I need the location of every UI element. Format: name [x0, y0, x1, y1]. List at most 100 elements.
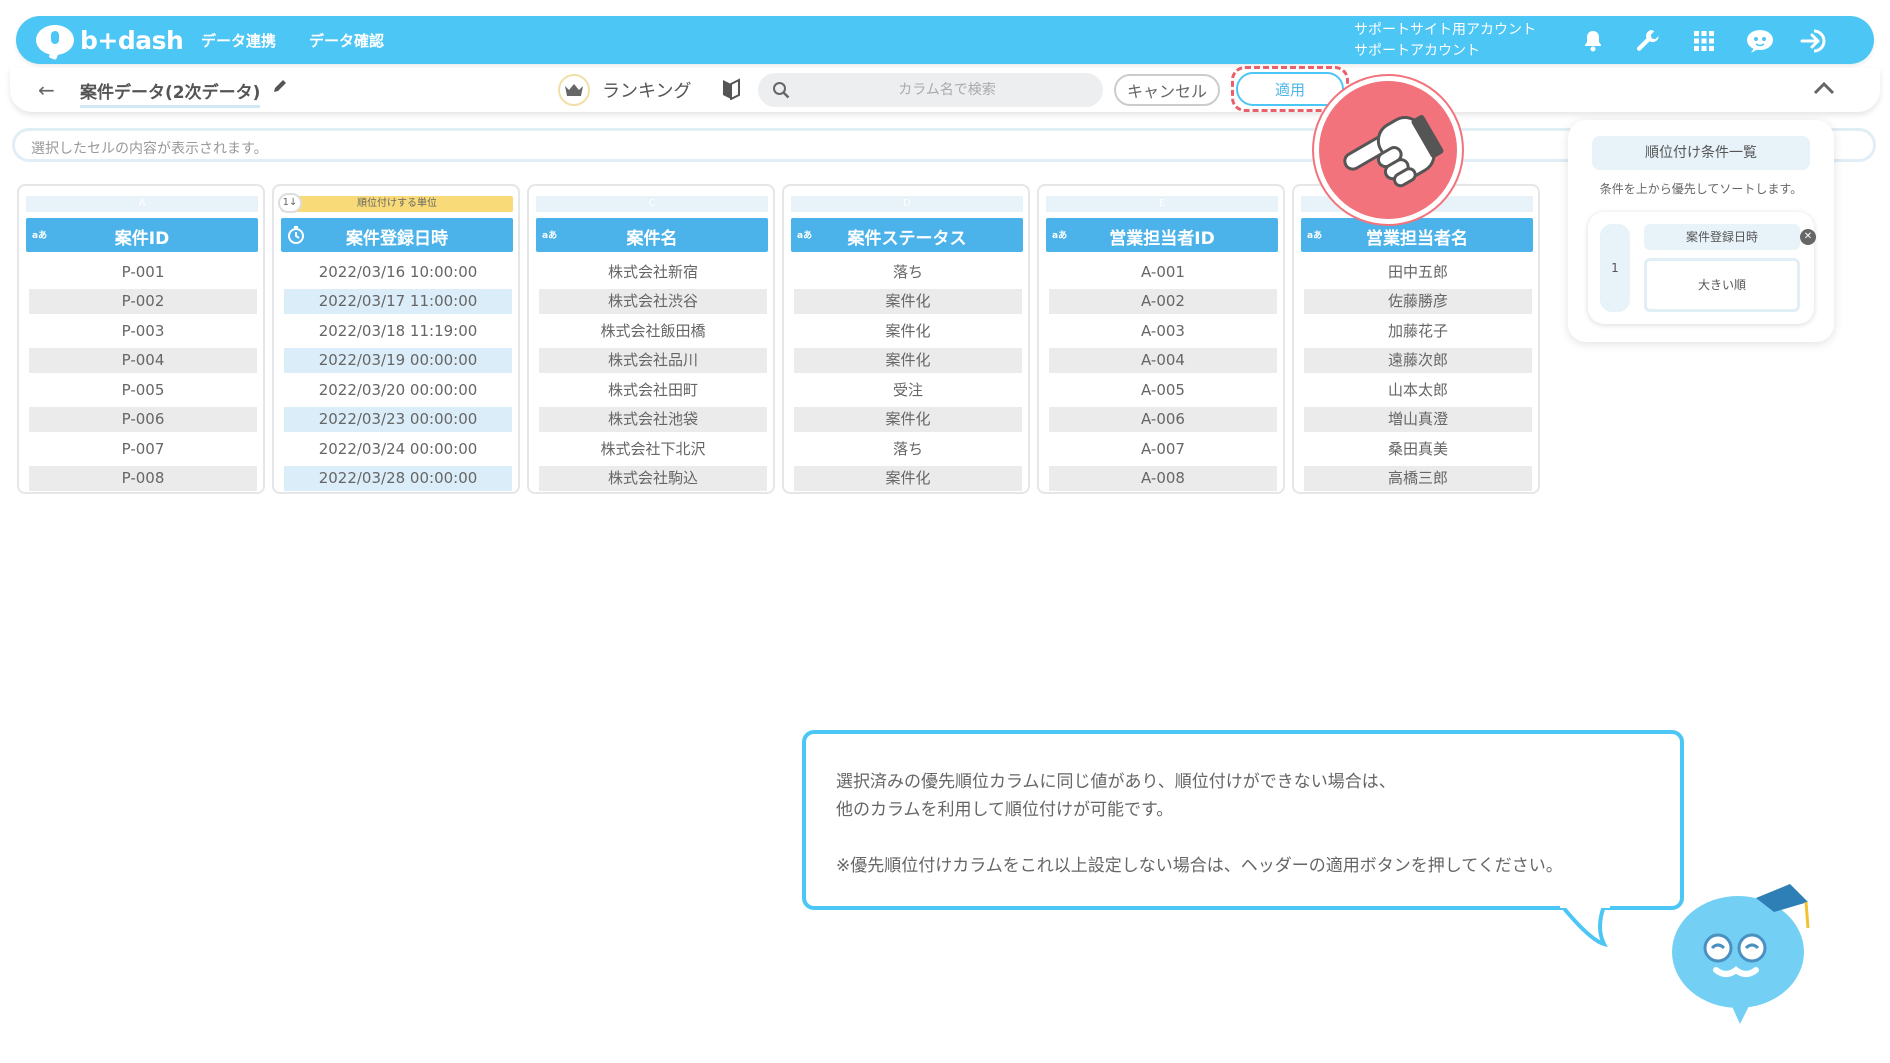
logo-text: b+dash	[80, 25, 184, 55]
grid-icon[interactable]	[1689, 26, 1719, 56]
table-cell[interactable]: 案件化	[794, 407, 1022, 432]
chat-bot-icon[interactable]	[1745, 26, 1775, 56]
column-card[interactable]: A aあ 案件ID P-001 P-002 P-003 P-004 P-005 …	[17, 184, 265, 494]
table-cell[interactable]: P-004	[29, 348, 257, 373]
table-cell[interactable]: 株式会社渋谷	[539, 289, 767, 314]
ranking-label: ランキング	[602, 81, 692, 102]
column-header[interactable]: aあ 営業担当者ID	[1046, 218, 1278, 252]
table-cell[interactable]: 2022/03/16 10:00:00	[284, 260, 512, 285]
mascot-character	[1672, 884, 1810, 1024]
account-user-name: サポートアカウント	[1354, 43, 1480, 59]
bell-icon[interactable]	[1578, 26, 1608, 56]
table-cell[interactable]: A-005	[1049, 378, 1277, 403]
table-cell[interactable]: P-003	[29, 319, 257, 344]
guide-text-line: 他のカラムを利用して順位付けが可能です。	[836, 800, 1174, 820]
table-cell[interactable]: 2022/03/18 11:19:00	[284, 319, 512, 344]
table-cell[interactable]: 落ち	[794, 260, 1022, 285]
table-cell[interactable]: P-008	[29, 466, 257, 491]
table-cell[interactable]: 落ち	[794, 437, 1022, 462]
column-card[interactable]: E aあ 営業担当者ID A-001 A-002 A-003 A-004 A-0…	[1037, 184, 1285, 494]
account-info[interactable]: サポートサイト用アカウント サポートアカウント	[1354, 20, 1536, 62]
ranking-condition-card[interactable]: 1 案件登録日時 ✕ 大きい順	[1588, 212, 1816, 324]
table-cell[interactable]: 高橋三郎	[1304, 466, 1532, 491]
table-cell[interactable]: 2022/03/28 00:00:00	[284, 466, 512, 491]
condition-field-name: 案件登録日時	[1644, 224, 1800, 250]
wrench-icon[interactable]	[1633, 26, 1663, 56]
bdash-logo[interactable]: b+dash	[36, 24, 184, 56]
guide-text: 選択済みの優先順位カラムに同じ値があり、順位付けができない場合は、 他のカラムを…	[836, 768, 1563, 880]
column-card[interactable]: F aあ 営業担当者名 田中五郎 佐藤勝彦 加藤花子 遠藤次郎 山本太郎 増山真…	[1292, 184, 1540, 494]
column-title: 案件ステータス	[847, 229, 967, 249]
edit-pencil-icon[interactable]	[272, 78, 288, 98]
crown-icon	[558, 74, 590, 106]
column-letter: D	[791, 196, 1023, 212]
remove-condition-close-icon[interactable]: ✕	[1800, 229, 1816, 245]
beginner-guide-icon[interactable]	[722, 78, 740, 104]
column-letter: C	[536, 196, 768, 212]
column-header[interactable]: 案件登録日時	[281, 218, 513, 252]
table-cell[interactable]: 加藤花子	[1304, 319, 1532, 344]
table-cell[interactable]: A-001	[1049, 260, 1277, 285]
condition-sort-order[interactable]: 大きい順	[1644, 258, 1800, 312]
table-cell[interactable]: P-007	[29, 437, 257, 462]
nav-data-integration[interactable]: データ連携	[201, 30, 276, 51]
nav-data-check[interactable]: データ確認	[309, 30, 384, 51]
table-cell[interactable]: 桑田真美	[1304, 437, 1532, 462]
table-cell[interactable]: 案件化	[794, 466, 1022, 491]
back-arrow-icon[interactable]: ←	[38, 78, 55, 102]
table-cell[interactable]: 株式会社池袋	[539, 407, 767, 432]
column-header[interactable]: aあ 案件ID	[26, 218, 258, 252]
table-cell[interactable]: A-004	[1049, 348, 1277, 373]
table-cell[interactable]: P-006	[29, 407, 257, 432]
column-search-input[interactable]	[802, 73, 1092, 107]
table-cell[interactable]: 株式会社下北沢	[539, 437, 767, 462]
table-cell[interactable]: A-002	[1049, 289, 1277, 314]
table-cell[interactable]: 株式会社飯田橋	[539, 319, 767, 344]
column-card-ranking-unit[interactable]: 順位付けする単位 1↓ 案件登録日時 2022/03/16 10:00:00 2…	[272, 184, 520, 494]
table-cell[interactable]: 2022/03/23 00:00:00	[284, 407, 512, 432]
guide-speech-bubble: 選択済みの優先順位カラムに同じ値があり、順位付けができない場合は、 他のカラムを…	[802, 730, 1684, 910]
table-cell[interactable]: 2022/03/19 00:00:00	[284, 348, 512, 373]
table-cell[interactable]: A-003	[1049, 319, 1277, 344]
column-card[interactable]: C aあ 案件名 株式会社新宿 株式会社渋谷 株式会社飯田橋 株式会社品川 株式…	[527, 184, 775, 494]
table-cell[interactable]: 案件化	[794, 348, 1022, 373]
cancel-button[interactable]: キャンセル	[1114, 74, 1220, 106]
app-screen: b+dash データ連携 データ確認 サポートサイト用アカウント サポートアカウ…	[0, 0, 1890, 1063]
table-cell[interactable]: 増山真澄	[1304, 407, 1532, 432]
column-search	[758, 73, 1103, 107]
table-cell[interactable]: P-005	[29, 378, 257, 403]
table-cell[interactable]: 株式会社品川	[539, 348, 767, 373]
table-cell[interactable]: A-006	[1049, 407, 1277, 432]
column-header[interactable]: aあ 案件名	[536, 218, 768, 252]
column-header[interactable]: aあ 案件ステータス	[791, 218, 1023, 252]
table-cell[interactable]: A-008	[1049, 466, 1277, 491]
table-cell[interactable]: 2022/03/17 11:00:00	[284, 289, 512, 314]
collapse-chevron-icon[interactable]	[1812, 80, 1836, 100]
ranking-mode: ランキング	[558, 74, 691, 106]
table-cell[interactable]: 2022/03/20 00:00:00	[284, 378, 512, 403]
speech-bubble-tail	[1560, 900, 1610, 948]
table-cell[interactable]: 案件化	[794, 289, 1022, 314]
top-nav-bar: b+dash データ連携 データ確認 サポートサイト用アカウント サポートアカウ…	[16, 16, 1874, 64]
table-cell[interactable]: 田中五郎	[1304, 260, 1532, 285]
table-cell[interactable]: 2022/03/24 00:00:00	[284, 437, 512, 462]
table-cell[interactable]: P-002	[29, 289, 257, 314]
table-cell[interactable]: A-007	[1049, 437, 1277, 462]
table-cell[interactable]: P-001	[29, 260, 257, 285]
table-cell[interactable]: 株式会社新宿	[539, 260, 767, 285]
table-cell[interactable]: 株式会社駒込	[539, 466, 767, 491]
column-letter: E	[1046, 196, 1278, 212]
condition-priority-number: 1	[1600, 224, 1630, 312]
table-cell[interactable]: 株式会社田町	[539, 378, 767, 403]
logout-icon[interactable]	[1800, 26, 1830, 56]
column-card[interactable]: D aあ 案件ステータス 落ち 案件化 案件化 案件化 受注 案件化 落ち 案件…	[782, 184, 1030, 494]
table-cell[interactable]: 山本太郎	[1304, 378, 1532, 403]
table-cell[interactable]: 受注	[794, 378, 1022, 403]
table-cell[interactable]: 佐藤勝彦	[1304, 289, 1532, 314]
column-title: 営業担当者ID	[1109, 229, 1215, 249]
search-icon	[772, 81, 790, 103]
table-cell[interactable]: 遠藤次郎	[1304, 348, 1532, 373]
sort-order-badge[interactable]: 1↓	[278, 193, 302, 213]
table-cell[interactable]: 案件化	[794, 319, 1022, 344]
data-title[interactable]: 案件データ(2次データ)	[80, 78, 261, 108]
